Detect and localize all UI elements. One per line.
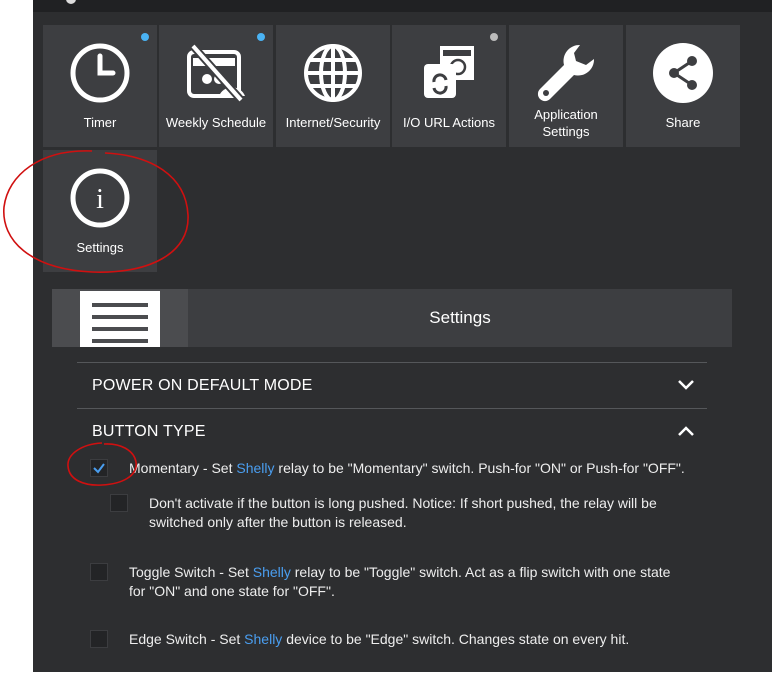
chevron-up-icon[interactable] <box>677 425 695 437</box>
option-text: Toggle Switch - Set <box>129 564 253 580</box>
tile-weekly-schedule[interactable]: Weekly Schedule <box>159 25 273 147</box>
momentary-checkbox[interactable] <box>90 459 108 477</box>
section-header: Settings <box>52 289 732 347</box>
option-text: relay to be "Momentary" switch. Push-for… <box>274 460 685 476</box>
weekly-schedule-icon <box>183 40 249 106</box>
notification-dot <box>257 33 265 41</box>
tile-io-url-actions[interactable]: I/O URL Actions <box>392 25 506 147</box>
power-on-default-mode-section[interactable]: POWER ON DEFAULT MODE <box>77 362 707 409</box>
tile-label: Weekly Schedule <box>165 115 267 130</box>
info-icon: i <box>67 165 133 231</box>
svg-text:i: i <box>96 184 104 215</box>
section-title: POWER ON DEFAULT MODE <box>92 377 313 394</box>
tile-label: I/O URL Actions <box>403 115 495 130</box>
tile-label: Timer <box>83 115 117 130</box>
brand-name: Shelly <box>252 564 291 580</box>
option-text: relay to be "Toggle" switch. Act as a fl… <box>290 564 671 580</box>
tile-share[interactable]: Share <box>626 25 740 147</box>
notification-dot <box>141 33 149 41</box>
tile-label: Settings <box>76 240 124 255</box>
edge-switch-label: Edge Switch - Set Shelly device to be "E… <box>129 630 629 649</box>
page-title: Settings <box>429 308 491 327</box>
globe-icon <box>300 40 366 106</box>
option-text: Momentary - Set <box>129 460 237 476</box>
top-bar <box>33 0 772 12</box>
option-text: for "ON" and one state for "OFF". <box>129 583 335 599</box>
top-bar-icon <box>66 0 76 4</box>
edge-switch-checkbox[interactable] <box>90 630 108 648</box>
option-text: Don't activate if the button is long pus… <box>149 495 657 511</box>
share-icon <box>650 40 716 106</box>
wrench-icon <box>533 40 599 106</box>
tile-label: Internet/Security <box>285 115 381 130</box>
tile-timer[interactable]: Timer <box>43 25 157 147</box>
chevron-down-icon[interactable] <box>677 379 695 391</box>
brand-name: Shelly <box>236 460 275 476</box>
section-title: BUTTON TYPE <box>92 423 206 440</box>
option-text: device to be "Edge" switch. Changes stat… <box>282 631 630 647</box>
option-text: switched only after the button is releas… <box>149 514 407 530</box>
io-url-actions-icon <box>416 40 482 106</box>
toggle-switch-label: Toggle Switch - Set Shelly relay to be "… <box>129 563 670 601</box>
notification-dot <box>490 33 498 41</box>
momentary-label: Momentary - Set Shelly relay to be "Mome… <box>129 459 685 478</box>
option-text: Edge Switch - Set <box>129 631 245 647</box>
checkmark-icon <box>93 463 105 474</box>
tile-settings[interactable]: i Settings <box>43 150 157 272</box>
long-push-checkbox[interactable] <box>110 494 128 512</box>
brand-name: Shelly <box>244 631 283 647</box>
tile-internet-security[interactable]: Internet/Security <box>276 25 390 147</box>
settings-panel: Timer Weekly Schedule Internet/Security … <box>33 0 772 672</box>
clock-icon <box>67 40 133 106</box>
tile-label: Application Settings <box>534 107 598 139</box>
tile-label: Share <box>665 115 701 130</box>
menu-icon[interactable] <box>52 289 188 347</box>
long-push-label: Don't activate if the button is long pus… <box>149 494 657 532</box>
toggle-switch-checkbox[interactable] <box>90 563 108 581</box>
tile-application-settings[interactable]: Application Settings <box>509 25 623 147</box>
